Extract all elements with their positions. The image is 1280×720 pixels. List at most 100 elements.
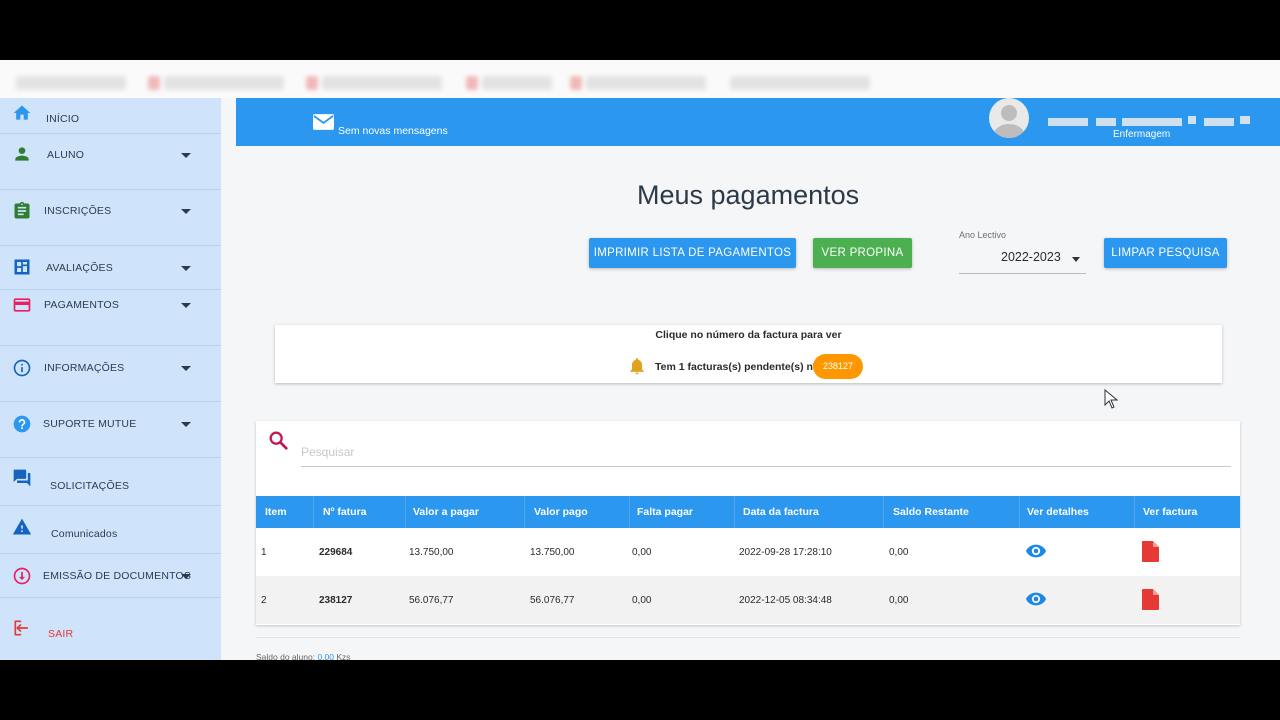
chevron-down-icon (1072, 257, 1080, 262)
user-course: Enfermagem (1113, 129, 1171, 140)
clipboard-icon (14, 201, 30, 219)
sidebar-item-label: SOLICITAÇÕES (50, 480, 130, 492)
avatar[interactable] (989, 98, 1029, 138)
eye-icon[interactable] (1025, 543, 1047, 559)
sidebar-item-inscricoes[interactable]: INSCRIÇÕES (0, 190, 221, 246)
sidebar-item-inicio[interactable]: INÍCIO (0, 98, 221, 134)
chevron-down-icon (181, 266, 191, 271)
cell-item: 1 (261, 547, 267, 558)
cell-data: 2022-12-05 08:34:48 (739, 595, 832, 606)
person-icon (15, 147, 29, 161)
chevron-down-icon (181, 574, 191, 579)
sidebar-item-label: SAIR (48, 628, 74, 640)
balance-unit: Kzs (336, 652, 351, 660)
sidebar-item-avaliacoes[interactable]: AVALIAÇÕES (0, 246, 221, 290)
pdf-file-icon[interactable] (1142, 541, 1159, 562)
sidebar-item-label: ALUNO (47, 149, 85, 161)
sidebar-item-label: AVALIAÇÕES (46, 262, 113, 274)
sidebar-item-aluno[interactable]: ALUNO (0, 134, 221, 190)
sidebar-item-pagamentos[interactable]: PAGAMENTOS (0, 290, 221, 346)
sidebar-item-label: INFORMAÇÕES (44, 362, 125, 374)
logout-icon (14, 620, 28, 636)
sidebar-item-label: Comunicados (51, 528, 118, 540)
dashboard-icon (14, 259, 30, 275)
app-screen: INÍCIO ALUNO INSCRIÇÕES AVALIAÇÕES PAGAM… (0, 60, 1280, 660)
balance-value: 0,00 (317, 652, 334, 660)
view-propina-button[interactable]: VER PROPINA (813, 238, 912, 268)
sidebar-item-label: EMISSÃO DE DOCUMENTOS (43, 570, 192, 582)
year-select[interactable]: 2022-2023 (959, 244, 1086, 274)
column-header-item[interactable]: Item (265, 506, 287, 518)
cell-data: 2022-09-28 17:28:10 (739, 547, 832, 558)
balance-label: Saldo do aluno: (256, 652, 316, 660)
print-payments-button[interactable]: IMPRIMIR LISTA DE PAGAMENTOS (589, 238, 796, 268)
column-header-valor-pago[interactable]: Valor pago (534, 506, 588, 518)
cell-falta-pagar: 0,00 (632, 547, 652, 558)
messages-label[interactable]: Sem novas mensagens (338, 125, 448, 137)
chat-icon (13, 469, 31, 487)
student-balance: Saldo do aluno: 0,00 Kzs (256, 652, 351, 660)
chevron-down-icon (181, 422, 191, 427)
eye-icon[interactable] (1025, 591, 1047, 607)
cell-fatura[interactable]: 238127 (319, 595, 352, 606)
cell-valor-pago: 13.750,00 (530, 547, 575, 558)
column-header-factura[interactable]: Ver factura (1143, 506, 1197, 518)
mouse-cursor-icon (1104, 389, 1118, 409)
year-select-label: Ano Lectivo (959, 230, 1007, 240)
sidebar-item-label: INÍCIO (46, 113, 80, 125)
search-icon (269, 431, 288, 450)
cell-falta-pagar: 0,00 (632, 595, 652, 606)
page-title: Meus pagamentos (637, 180, 860, 210)
payments-table-card: Item Nº fatura Valor a pagar Valor pago … (256, 421, 1240, 625)
top-bar: Sem novas mensagens Enfermagem (236, 98, 1280, 146)
sidebar-item-suporte[interactable]: SUPORTE MUTUE (0, 402, 221, 458)
user-avatar-icon (993, 105, 1025, 138)
column-header-valor-pagar[interactable]: Valor a pagar (413, 506, 479, 518)
sidebar: INÍCIO ALUNO INSCRIÇÕES AVALIAÇÕES PAGAM… (0, 98, 221, 660)
table-row: 1 229684 13.750,00 13.750,00 0,00 2022-0… (256, 528, 1240, 576)
credit-card-icon (13, 298, 31, 312)
search-input[interactable] (301, 437, 1231, 467)
help-icon (13, 415, 31, 433)
column-header-saldo[interactable]: Saldo Restante (893, 506, 969, 518)
info-icon (13, 359, 31, 377)
column-header-falta-pagar[interactable]: Falta pagar (637, 506, 693, 518)
table-header: Item Nº fatura Valor a pagar Valor pago … (256, 496, 1240, 528)
browser-bookmarks-bar (0, 60, 1280, 98)
clear-search-button[interactable]: LIMPAR PESQUISA (1104, 238, 1227, 268)
column-header-data[interactable]: Data da factura (743, 506, 819, 518)
sidebar-item-informacoes[interactable]: INFORMAÇÕES (0, 346, 221, 402)
pending-invoice-badge[interactable]: 238127 (813, 354, 863, 379)
chevron-down-icon (181, 209, 191, 214)
invoice-hint: Clique no número da factura para ver (655, 329, 842, 341)
sidebar-item-comunicados[interactable]: Comunicados (0, 506, 221, 554)
sidebar-item-label: PAGAMENTOS (44, 299, 120, 311)
column-header-fatura[interactable]: Nº fatura (323, 506, 367, 518)
cell-saldo: 0,00 (889, 547, 909, 558)
chevron-down-icon (181, 153, 191, 158)
cell-valor-pagar: 56.076,77 (409, 595, 454, 606)
chevron-down-icon (181, 303, 191, 308)
sidebar-item-sair[interactable]: SAIR (0, 598, 221, 660)
pending-invoices-card: Clique no número da factura para ver Tem… (275, 325, 1222, 383)
divider (256, 637, 1240, 638)
home-icon (13, 105, 31, 120)
year-select-value: 2022-2023 (1001, 250, 1061, 264)
sidebar-item-emissao[interactable]: EMISSÃO DE DOCUMENTOS (0, 554, 221, 598)
chevron-down-icon (181, 366, 191, 371)
pending-invoices-text: Tem 1 facturas(s) pendente(s) nº (655, 361, 817, 373)
sidebar-item-label: SUPORTE MUTUE (43, 418, 137, 430)
cell-valor-pagar: 13.750,00 (409, 547, 454, 558)
bell-icon (630, 358, 644, 375)
sidebar-item-solicitacoes[interactable]: SOLICITAÇÕES (0, 458, 221, 506)
download-icon (13, 567, 31, 585)
mail-icon[interactable] (313, 114, 334, 130)
cell-item: 2 (261, 595, 267, 606)
table-row: 2 238127 56.076,77 56.076,77 0,00 2022-1… (256, 576, 1240, 624)
warning-icon (12, 518, 32, 535)
cell-saldo: 0,00 (889, 595, 909, 606)
pdf-file-icon[interactable] (1142, 589, 1159, 610)
cell-valor-pago: 56.076,77 (530, 595, 575, 606)
cell-fatura[interactable]: 229684 (319, 547, 352, 558)
column-header-detalhes[interactable]: Ver detalhes (1027, 506, 1089, 518)
